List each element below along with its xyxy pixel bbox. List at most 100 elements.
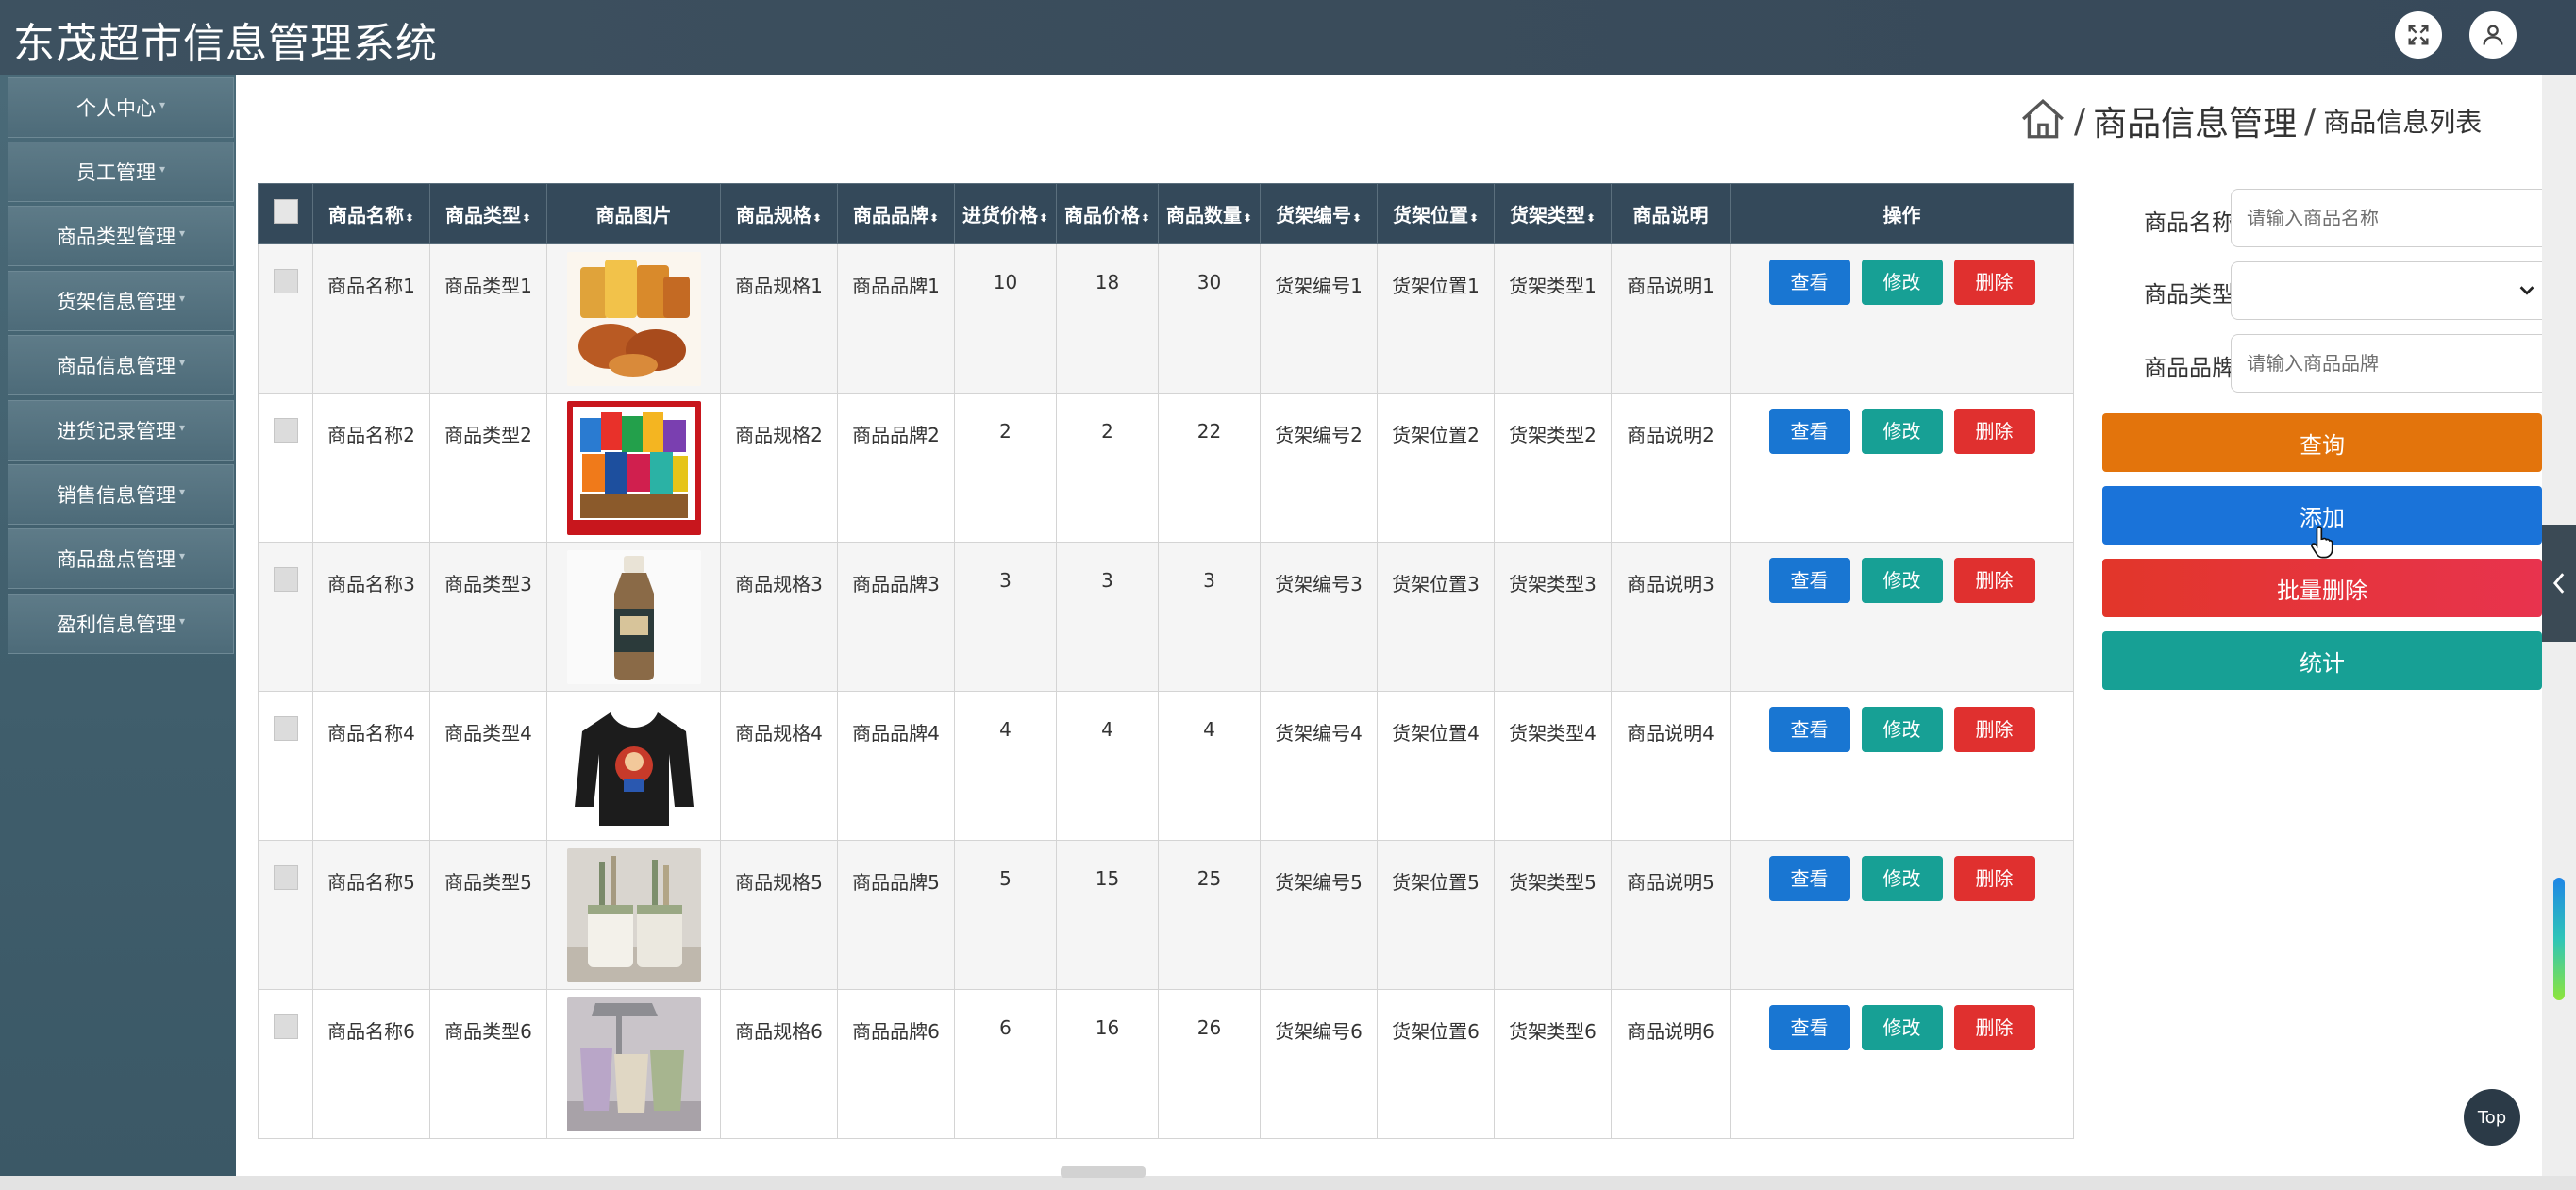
sidebar-item-product-types[interactable]: 商品类型管理 ▾ [8,206,234,266]
sort-icon: ⬍ [404,211,415,225]
fullscreen-icon [2408,25,2429,45]
fullscreen-button[interactable] [2395,11,2442,59]
caret-down-icon: ▾ [178,614,186,628]
row-checkbox[interactable] [258,840,313,990]
delete-button[interactable]: 删除 [1953,707,2035,752]
col-header-cost[interactable]: 进货价格⬍ [954,183,1057,244]
row-checkbox[interactable] [258,243,313,394]
sidebar-item-products[interactable]: 商品信息管理 ▾ [8,335,234,395]
breadcrumb-page: 商品信息列表 [2323,107,2483,138]
user-button[interactable] [2469,11,2517,59]
product-image-sweater [566,699,701,833]
edit-button[interactable]: 修改 [1861,260,1943,305]
view-button[interactable]: 查看 [1768,1005,1850,1050]
table-header-row: 商品名称⬍ 商品类型⬍ 商品图片 商品规格⬍ 商品品牌⬍ 进货价格⬍ 商品价格⬍… [258,183,2074,244]
col-header-shelf-no[interactable]: 货架编号⬍ [1260,183,1378,244]
stats-button[interactable]: 统计 [2102,631,2542,690]
home-icon[interactable] [2019,95,2066,146]
product-image-snack-gift-box [566,401,701,535]
sort-icon: ⬍ [1140,211,1151,225]
batch-delete-button[interactable]: 批量删除 [2102,559,2542,617]
user-icon [2483,25,2503,45]
search-name-label: 商品名称 [2144,210,2234,236]
delete-button[interactable]: 删除 [1953,558,2035,603]
breadcrumb-section[interactable]: 商品信息管理 [2093,96,2297,145]
chevron-down-icon [2519,286,2534,295]
table-row: 商品名称2 商品类型2 商品规格2 商品品牌2 2 2 22 货架编号2 货架位… [258,393,2074,543]
col-header-actions: 操作 [1730,183,2074,244]
horizontal-scroll-thumb[interactable] [1061,1166,1146,1178]
query-button[interactable]: 查询 [2102,413,2542,472]
row-checkbox[interactable] [258,691,313,841]
search-brand-input[interactable] [2231,334,2551,393]
product-image-utensil-holder [566,848,701,982]
view-button[interactable]: 查看 [1768,260,1850,305]
app-title: 东茂超市信息管理系统 [13,20,438,68]
hand-cursor-icon [2311,526,2333,559]
sidebar-item-purchases[interactable]: 进货记录管理 ▾ [8,400,234,461]
top-header: 东茂超市信息管理系统 [0,0,2576,75]
table-row: 商品名称6 商品类型6 商品规格6 商品品牌6 6 16 26 货架编号6 货架… [258,989,2074,1139]
row-checkbox[interactable] [258,393,313,543]
col-header-shelf-type[interactable]: 货架类型⬍ [1494,183,1612,244]
caret-down-icon: ▾ [178,549,186,562]
edit-button[interactable]: 修改 [1861,707,1943,752]
back-to-top-button[interactable]: Top [2464,1089,2520,1146]
side-panel-toggle[interactable] [2542,525,2576,642]
caret-down-icon: ▾ [178,485,186,498]
col-header-brand[interactable]: 商品品牌⬍ [837,183,955,244]
sort-icon: ⬍ [1468,211,1480,225]
table-row: 商品名称5 商品类型5 商品规格5 商品品牌5 5 15 25 货架编号5 货架… [258,840,2074,990]
col-header-spec[interactable]: 商品规格⬍ [720,183,838,244]
select-all-checkbox[interactable] [258,183,313,244]
search-type-select[interactable] [2231,261,2551,320]
sort-icon: ⬍ [1585,211,1597,225]
sort-icon: ⬍ [928,211,940,225]
sidebar-item-inventory[interactable]: 商品盘点管理 ▾ [8,528,234,589]
sidebar-item-profile[interactable]: 个人中心 ▾ [8,77,234,138]
caret-down-icon: ▾ [178,292,186,305]
edit-button[interactable]: 修改 [1861,409,1943,454]
col-header-price[interactable]: 商品价格⬍ [1056,183,1159,244]
sort-icon: ⬍ [521,211,532,225]
view-button[interactable]: 查看 [1768,707,1850,752]
caret-down-icon: ▾ [178,356,186,369]
edit-button[interactable]: 修改 [1861,1005,1943,1050]
delete-button[interactable]: 删除 [1953,856,2035,901]
search-type-label: 商品类型 [2144,281,2234,308]
chevron-left-icon [2552,573,2565,594]
sort-icon: ⬍ [1242,211,1253,225]
delete-button[interactable]: 删除 [1953,409,2035,454]
search-name-input[interactable] [2231,189,2551,247]
sidebar: 个人中心 ▾ 员工管理 ▾ 商品类型管理 ▾ 货架信息管理 ▾ 商品信息管理 ▾ 进货记录… [0,75,236,1190]
col-header-name[interactable]: 商品名称⬍ [312,183,430,244]
caret-down-icon: ▾ [178,421,186,434]
caret-down-icon: ▾ [159,162,166,176]
row-checkbox[interactable] [258,542,313,692]
product-image-snacks [566,252,701,386]
horizontal-scrollbar[interactable] [0,1176,2576,1190]
product-table: 商品名称⬍ 商品类型⬍ 商品图片 商品规格⬍ 商品品牌⬍ 进货价格⬍ 商品价格⬍… [258,183,2074,1139]
row-checkbox[interactable] [258,989,313,1139]
delete-button[interactable]: 删除 [1953,1005,2035,1050]
table-row: 商品名称1 商品类型1 商品规格1 商品品牌1 10 18 30 货架编号1 货… [258,243,2074,394]
sidebar-item-sales[interactable]: 销售信息管理 ▾ [8,464,234,525]
col-header-shelf-pos[interactable]: 货架位置⬍ [1377,183,1495,244]
delete-button[interactable]: 删除 [1953,260,2035,305]
col-header-qty[interactable]: 商品数量⬍ [1158,183,1261,244]
sidebar-item-staff[interactable]: 员工管理 ▾ [8,142,234,202]
vertical-scroll-thumb[interactable] [2553,878,2565,1000]
col-header-image: 商品图片 [546,183,721,244]
view-button[interactable]: 查看 [1768,558,1850,603]
sidebar-item-profit[interactable]: 盈利信息管理 ▾ [8,594,234,654]
edit-button[interactable]: 修改 [1861,856,1943,901]
col-header-type[interactable]: 商品类型⬍ [429,183,547,244]
table-row: 商品名称3 商品类型3 商品规格3 商品品牌3 3 3 3 货架编号3 货架位置… [258,542,2074,692]
sort-icon: ⬍ [1038,211,1049,225]
breadcrumb: / 商品信息管理 / 商品信息列表 [2019,94,2482,147]
view-button[interactable]: 查看 [1768,409,1850,454]
sidebar-item-shelves[interactable]: 货架信息管理 ▾ [8,271,234,331]
search-brand-label: 商品品牌 [2144,355,2234,381]
edit-button[interactable]: 修改 [1861,558,1943,603]
view-button[interactable]: 查看 [1768,856,1850,901]
